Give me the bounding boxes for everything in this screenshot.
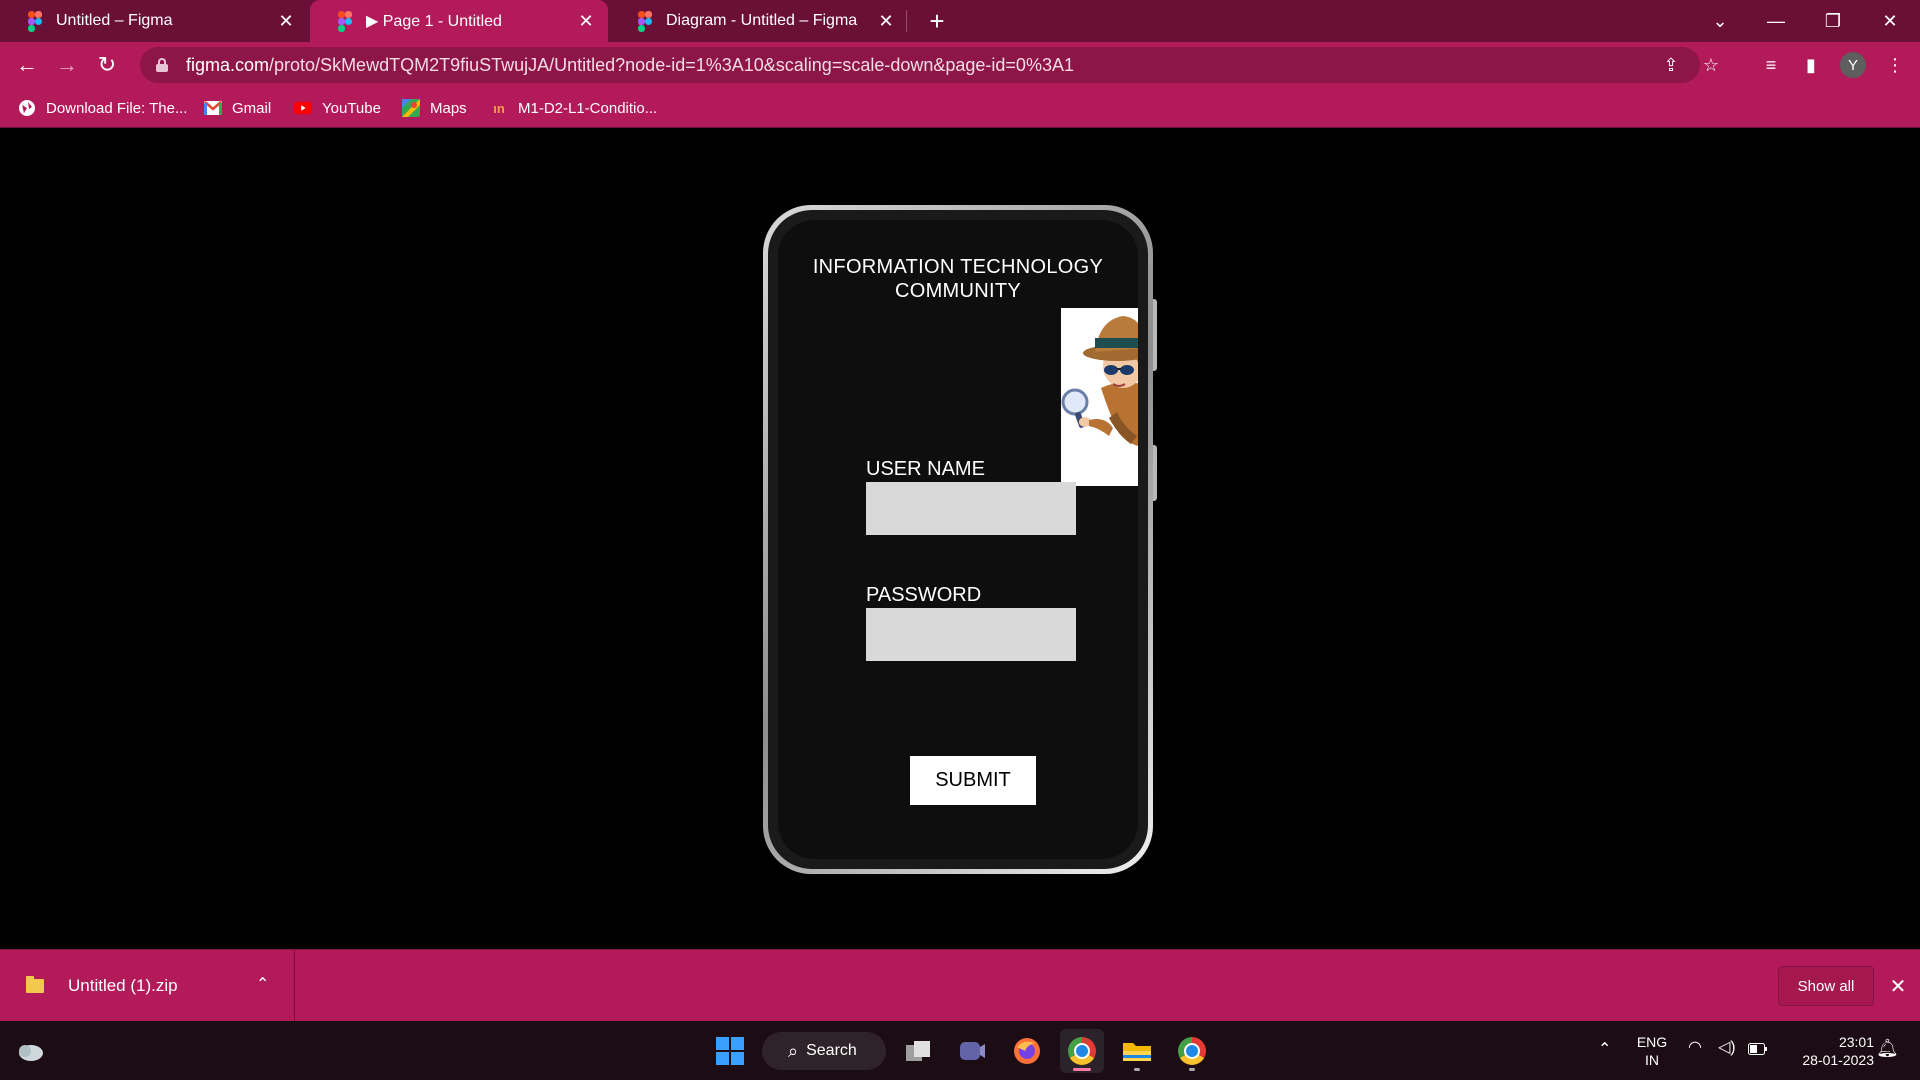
tab-untitled-figma[interactable]: Untitled – Figma ✕ bbox=[0, 0, 308, 42]
username-label: USER NAME bbox=[866, 458, 985, 480]
weather-icon[interactable] bbox=[8, 1029, 52, 1073]
firefox-icon[interactable] bbox=[1005, 1029, 1049, 1073]
language-code: ENG bbox=[1636, 1034, 1668, 1050]
app-title-line-1: INFORMATION TECHNOLOGY bbox=[812, 256, 1104, 278]
bookmark-label: Gmail bbox=[232, 99, 272, 117]
browser-toolbar: ← → ↻ figma.com/proto/SkMewdTQM2T9fiuSTw… bbox=[0, 42, 1920, 88]
close-icon[interactable]: ✕ bbox=[1884, 972, 1912, 1000]
download-shelf: Untitled (1).zip ⌃ Show all ✕ bbox=[0, 949, 1920, 1022]
detective-illustration bbox=[1061, 308, 1138, 486]
clock[interactable]: 23:01 28-01-2023 bbox=[1784, 1033, 1874, 1069]
address-bar[interactable]: figma.com/proto/SkMewdTQM2T9fiuSTwujJA/U… bbox=[140, 47, 1719, 83]
minimize-icon[interactable]: — bbox=[1748, 0, 1804, 42]
clock-time: 23:01 bbox=[1838, 1034, 1874, 1050]
username-input[interactable] bbox=[866, 482, 1076, 535]
bookmark-star-icon[interactable]: ☆ bbox=[1696, 50, 1726, 80]
back-arrow-icon[interactable]: ← bbox=[12, 50, 42, 80]
tab-title: Untitled – Figma bbox=[56, 12, 173, 29]
chrome-profile-taskbar-icon[interactable] bbox=[1170, 1029, 1214, 1073]
profile-avatar[interactable]: Y bbox=[1840, 52, 1866, 78]
bookmark-m1-d2[interactable]: ın M1-D2-L1-Conditio... bbox=[490, 96, 657, 120]
figma-icon bbox=[28, 11, 42, 32]
tab-diagram-figma[interactable]: Diagram - Untitled – Figma ✕ bbox=[610, 0, 908, 42]
wifi-icon[interactable]: ◠ bbox=[1688, 1039, 1702, 1057]
language-indicator[interactable]: ENG IN bbox=[1630, 1033, 1674, 1069]
app-title: INFORMATION TECHNOLOGY COMMUNITY bbox=[778, 255, 1138, 303]
clock-date: 28-01-2023 bbox=[1802, 1052, 1874, 1068]
reload-icon[interactable]: ↻ bbox=[92, 50, 122, 80]
app-title-line-2: COMMUNITY bbox=[894, 280, 1022, 302]
globe-icon bbox=[18, 99, 36, 117]
file-explorer-icon[interactable] bbox=[1115, 1029, 1159, 1073]
youtube-icon bbox=[294, 99, 312, 117]
restore-icon[interactable]: ❐ bbox=[1805, 0, 1861, 42]
bookmark-label: Download File: The... bbox=[46, 99, 188, 117]
url-text: figma.com/proto/SkMewdTQM2T9fiuSTwujJA/U… bbox=[186, 55, 1074, 76]
password-label: PASSWORD bbox=[866, 584, 982, 606]
bookmark-label: YouTube bbox=[322, 99, 381, 117]
url-path: /proto/SkMewdTQM2T9fiuSTwujJA/Untitled?n… bbox=[269, 54, 1074, 75]
tab-title: ▶ Page 1 - Untitled bbox=[366, 13, 502, 30]
search-icon: ⌕ bbox=[788, 1040, 799, 1061]
close-icon[interactable]: ✕ bbox=[274, 9, 298, 33]
download-file-name: Untitled (1).zip bbox=[68, 976, 178, 995]
language-region: IN bbox=[1645, 1052, 1659, 1068]
submit-button[interactable]: SUBMIT bbox=[910, 756, 1036, 805]
notification-bell-icon[interactable]: 🔔︎ bbox=[1876, 1039, 1899, 1057]
tab-page-1-untitled[interactable]: ▶ Page 1 - Untitled ✕ bbox=[310, 0, 608, 42]
active-indicator bbox=[1073, 1068, 1091, 1071]
prototype-canvas: INFORMATION TECHNOLOGY COMMUNITY USER NA… bbox=[0, 129, 1920, 949]
tab-strip: Untitled – Figma ✕ ▶ Page 1 - Untitled ✕… bbox=[0, 0, 1920, 42]
forward-arrow-icon[interactable]: → bbox=[52, 50, 82, 80]
chrome-icon bbox=[1068, 1037, 1096, 1065]
bookmark-gmail[interactable]: Gmail bbox=[204, 96, 271, 120]
new-tab-plus-icon[interactable]: + bbox=[922, 6, 952, 36]
show-all-button[interactable]: Show all bbox=[1778, 966, 1874, 1006]
bookmarks-bar: Download File: The... Gmail YouTube Maps… bbox=[0, 88, 1920, 128]
taskbar-search[interactable]: ⌕ Search bbox=[762, 1032, 886, 1070]
bookmark-label: Maps bbox=[430, 99, 467, 117]
bookmark-maps[interactable]: Maps bbox=[402, 96, 467, 120]
windows-taskbar: ⌕ Search ⌃ ENG IN ◠ ◁) 23:01 28-01-2023 … bbox=[0, 1021, 1920, 1080]
chrome-taskbar-icon[interactable] bbox=[1060, 1029, 1104, 1073]
side-panel-icon[interactable]: ▮ bbox=[1796, 50, 1826, 80]
media-queue-icon[interactable]: ≡ bbox=[1756, 50, 1786, 80]
tab-search-chevron-icon[interactable]: ⌄ bbox=[1692, 0, 1748, 42]
task-view-icon[interactable] bbox=[896, 1029, 940, 1073]
gmail-icon bbox=[204, 99, 222, 117]
password-input[interactable] bbox=[866, 608, 1076, 661]
teams-chat-icon[interactable] bbox=[950, 1029, 994, 1073]
phone-frame: INFORMATION TECHNOLOGY COMMUNITY USER NA… bbox=[763, 205, 1153, 874]
search-label: Search bbox=[806, 1042, 857, 1059]
bookmark-label: M1-D2-L1-Conditio... bbox=[518, 99, 658, 117]
tab-title: Diagram - Untitled – Figma bbox=[666, 12, 858, 29]
close-icon[interactable]: ✕ bbox=[874, 9, 898, 33]
share-icon[interactable]: ⇪ bbox=[1656, 50, 1686, 80]
figma-icon bbox=[638, 11, 652, 32]
windows-start-icon[interactable] bbox=[708, 1029, 752, 1073]
close-icon[interactable]: ✕ bbox=[574, 9, 598, 33]
maps-icon bbox=[402, 99, 420, 117]
running-indicator bbox=[1134, 1068, 1140, 1071]
site-icon: ın bbox=[493, 100, 505, 116]
figma-icon bbox=[338, 11, 352, 32]
chevron-up-icon[interactable]: ⌃ bbox=[256, 974, 269, 994]
lock-icon[interactable] bbox=[156, 58, 168, 72]
tab-separator bbox=[906, 10, 907, 32]
phone-screen: INFORMATION TECHNOLOGY COMMUNITY USER NA… bbox=[778, 220, 1138, 859]
menu-kebab-icon[interactable]: ⋮ bbox=[1880, 50, 1910, 80]
window-close-icon[interactable]: ✕ bbox=[1862, 0, 1918, 42]
download-item[interactable]: Untitled (1).zip ⌃ bbox=[0, 950, 295, 1022]
show-hidden-icons-chevron-icon[interactable]: ⌃ bbox=[1598, 1041, 1611, 1059]
phone-bezel: INFORMATION TECHNOLOGY COMMUNITY USER NA… bbox=[768, 210, 1148, 869]
url-host: figma.com bbox=[186, 54, 270, 75]
running-indicator bbox=[1189, 1068, 1195, 1071]
zip-folder-icon bbox=[26, 976, 44, 993]
chrome-icon bbox=[1178, 1037, 1206, 1065]
volume-icon[interactable]: ◁) bbox=[1718, 1039, 1736, 1057]
bookmark-download-file[interactable]: Download File: The... bbox=[18, 96, 187, 120]
bookmark-youtube[interactable]: YouTube bbox=[294, 96, 381, 120]
battery-icon[interactable] bbox=[1748, 1041, 1768, 1059]
